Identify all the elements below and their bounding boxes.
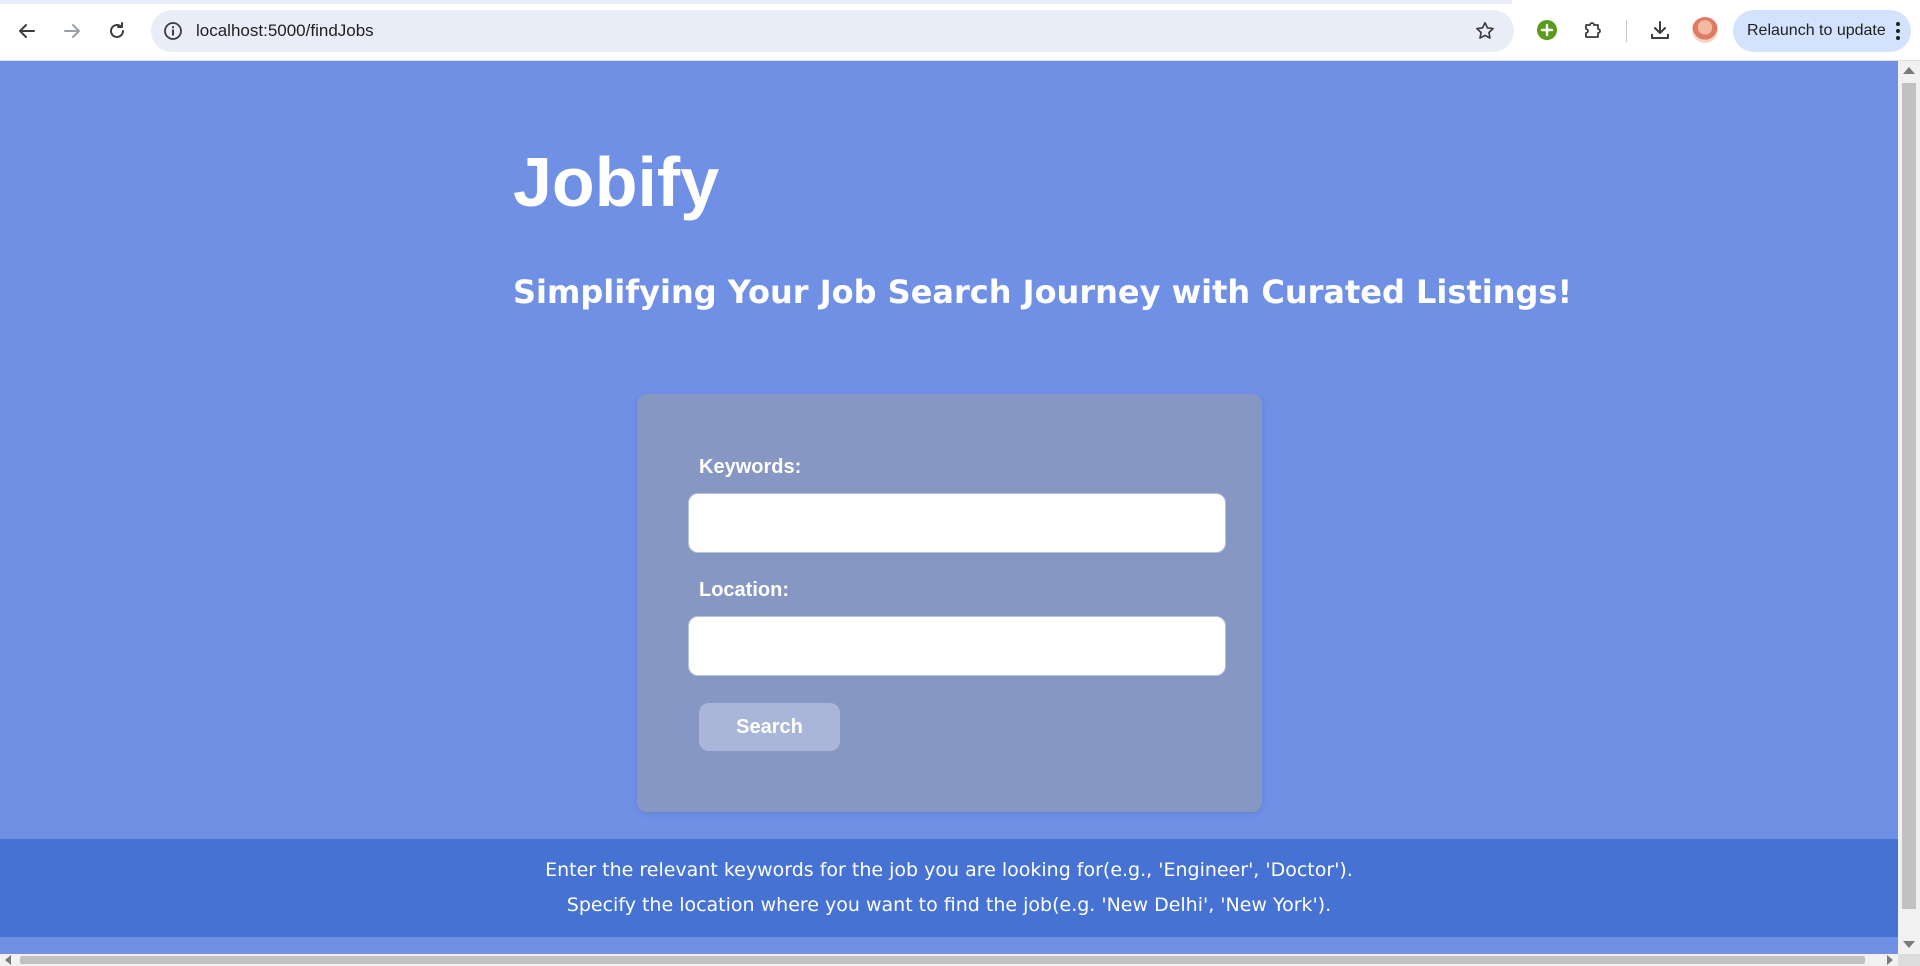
location-input[interactable] [688,616,1226,676]
vertical-scrollbar[interactable] [1898,61,1920,954]
tagline: Simplifying Your Job Search Journey with… [513,273,1573,311]
brand-title: Jobify [513,143,720,221]
extensions-button[interactable] [1580,17,1606,43]
tab-strip-edge [0,0,1512,4]
arrow-right-icon [64,24,80,38]
browser-toolbar: localhost:5000/findJobs Relaunch to upda… [0,0,1920,61]
horizontal-scroll-thumb[interactable] [20,956,1865,964]
forward-button[interactable] [55,14,89,48]
reload-icon [110,22,124,38]
download-icon [1651,21,1669,39]
horizontal-scrollbar[interactable] [0,954,1898,966]
help-location-text: Specify the location where you want to f… [566,894,1332,916]
address-bar[interactable]: localhost:5000/findJobs [151,10,1514,52]
scroll-down-icon[interactable] [1903,941,1915,948]
info-icon[interactable] [163,21,183,41]
scroll-right-icon[interactable] [1887,955,1893,965]
scroll-up-icon[interactable] [1903,67,1915,74]
downloads-button[interactable] [1647,17,1673,43]
page-body: Jobify Simplifying Your Job Search Journ… [0,61,1898,954]
relaunch-label: Relaunch to update [1747,22,1886,39]
scroll-left-icon[interactable] [5,955,11,965]
help-footer: Enter the relevant keywords for the job … [0,839,1898,937]
search-form-card: Keywords: Location: Search [637,394,1262,812]
help-keywords-text: Enter the relevant keywords for the job … [545,859,1353,881]
puzzle-icon [1585,22,1601,38]
search-button[interactable]: Search [699,703,840,751]
vertical-scroll-thumb[interactable] [1902,83,1916,909]
arrow-left-icon [19,24,35,38]
keywords-label: Keywords: [699,456,802,478]
location-label: Location: [699,579,789,601]
keywords-input[interactable] [688,493,1226,553]
toolbar-separator [1626,20,1627,42]
kebab-menu-icon [1896,22,1900,40]
profile-avatar[interactable] [1692,17,1718,43]
reload-button[interactable] [100,14,134,48]
scrollbar-corner [1898,954,1920,966]
extension-add-button[interactable] [1534,17,1560,43]
star-icon[interactable] [1474,20,1496,42]
plus-circle-icon [1537,20,1557,40]
back-button[interactable] [10,14,44,48]
url-text[interactable]: localhost:5000/findJobs [196,21,374,41]
relaunch-button[interactable]: Relaunch to update [1733,10,1911,52]
